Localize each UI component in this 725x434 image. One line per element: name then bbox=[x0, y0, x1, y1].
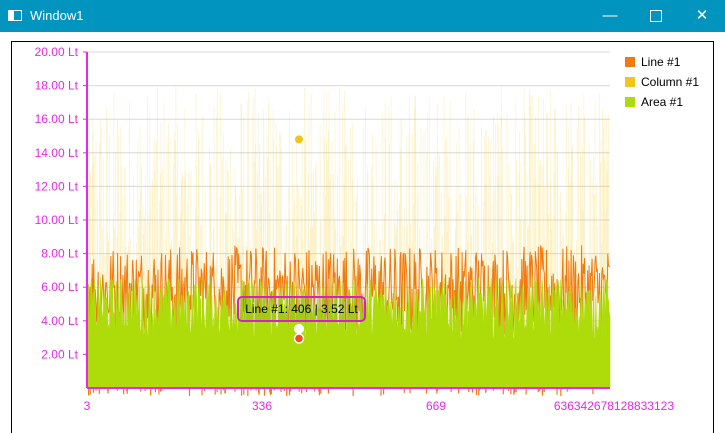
y-tick-label: 4.00 Lt bbox=[41, 314, 78, 328]
y-tick-label: 12.00 Lt bbox=[35, 179, 79, 193]
x-tick-label: 669 bbox=[426, 399, 446, 413]
y-tick-label: 10.00 Lt bbox=[35, 213, 79, 227]
y-tick-label: 2.00 Lt bbox=[41, 347, 78, 361]
legend-label: Column #1 bbox=[641, 75, 699, 89]
area-series bbox=[86, 277, 611, 389]
y-tick-label: 14.00 Lt bbox=[35, 146, 79, 160]
y-tick-label: 6.00 Lt bbox=[41, 280, 78, 294]
x-axis-ticks: 3 336 669 636342678128833123 bbox=[84, 399, 675, 413]
column-highlight-point bbox=[295, 135, 303, 144]
y-tick-label: 8.00 Lt bbox=[41, 247, 78, 261]
legend-label: Line #1 bbox=[641, 55, 681, 69]
area-series-fill bbox=[86, 277, 611, 389]
legend-swatch bbox=[625, 97, 635, 107]
x-tick-label: 336 bbox=[252, 399, 272, 413]
y-tick-label: 20.00 Lt bbox=[35, 45, 79, 59]
x-tick-label: 3 bbox=[84, 399, 91, 413]
y-axis-ticks: 2.00 Lt 4.00 Lt 6.00 Lt 8.00 Lt 10.00 Lt 12.0… bbox=[35, 45, 87, 361]
legend-swatch bbox=[625, 57, 635, 67]
y-tick-label: 16.00 Lt bbox=[35, 112, 79, 126]
chart-tooltip: Line #1: 406 | 3.52 Lt bbox=[237, 296, 366, 322]
y-tick-label: 18.00 Lt bbox=[35, 79, 79, 93]
legend-swatch bbox=[625, 77, 635, 87]
legend-label: Area #1 bbox=[641, 95, 683, 109]
chart-legend: Line #1 Column #1 Area #1 bbox=[625, 55, 699, 109]
chart-svg[interactable]: 2.00 Lt 4.00 Lt 6.00 Lt 8.00 Lt 10.00 Lt 12.0… bbox=[0, 0, 725, 434]
hover-marker-line bbox=[293, 333, 305, 344]
x-tick-label: 636342678128833123 bbox=[554, 399, 674, 413]
hover-marker-area bbox=[294, 323, 304, 334]
